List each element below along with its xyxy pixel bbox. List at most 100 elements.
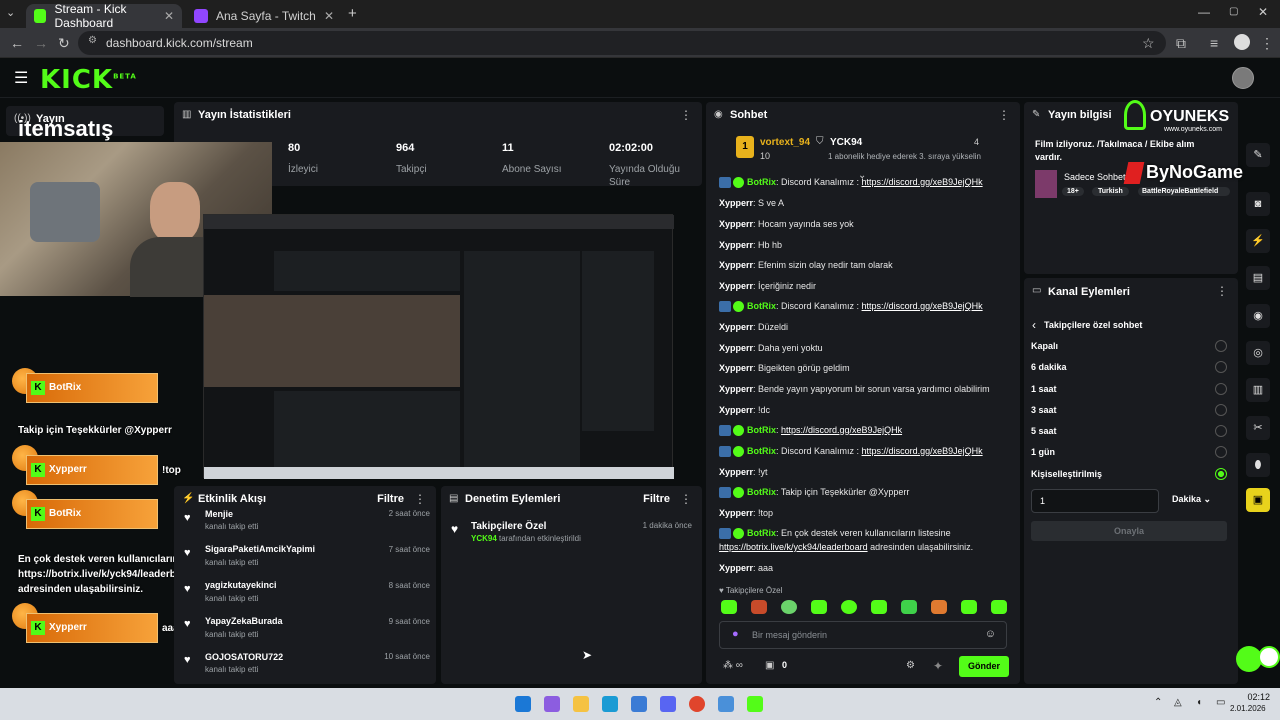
close-window-icon[interactable]: ✕ [1258, 5, 1268, 19]
emote-icon[interactable] [811, 600, 827, 614]
option-label[interactable]: Kapalı [1031, 341, 1058, 351]
microphone-icon[interactable]: ● [732, 628, 739, 640]
chat-link[interactable]: https://discord.gg/xeB9JejQHk [862, 177, 983, 187]
chat-message: BotRix: https://discord.gg/xeB9JejQHk [719, 425, 902, 437]
more-options-icon[interactable]: ⋮ [1216, 284, 1228, 298]
edge-icon[interactable] [602, 696, 618, 712]
back-arrow-icon[interactable]: ‹ [1032, 318, 1036, 332]
emote-icon[interactable] [721, 600, 737, 614]
follower-name[interactable]: SigaraPaketiAmcikYapimi [205, 544, 315, 554]
app-icon[interactable] [718, 696, 734, 712]
radio-button-selected[interactable] [1215, 468, 1227, 480]
send-button[interactable]: Gönder [959, 656, 1009, 677]
start-icon[interactable] [515, 696, 531, 712]
option-label[interactable]: 1 saat [1031, 384, 1057, 394]
option-label[interactable]: 6 dakika [1031, 362, 1067, 372]
follower-name[interactable]: GOJOSATORU722 [205, 652, 283, 662]
kick-app-icon[interactable] [747, 696, 763, 712]
more-options-icon[interactable]: ⋮ [998, 108, 1010, 122]
tray-chevron-icon[interactable]: ⌃ [1154, 697, 1162, 708]
event-time: 2 saat önce [388, 509, 430, 518]
tag-chip[interactable]: 18+ [1062, 187, 1084, 196]
broadcast-icon[interactable]: ◎ [1246, 341, 1270, 365]
emote-icon[interactable] [751, 600, 767, 614]
radio-button[interactable] [1215, 446, 1227, 458]
confirm-button[interactable]: Onayla [1031, 521, 1227, 541]
radio-button[interactable] [1215, 340, 1227, 352]
chat-icon[interactable]: ◉ [1246, 304, 1270, 328]
battery-icon[interactable]: ▭ [1216, 697, 1225, 708]
emote-icon[interactable] [841, 600, 857, 614]
preview-chat [464, 251, 580, 467]
clock-date[interactable]: 2.01.2026 [1230, 704, 1266, 713]
user-avatar[interactable] [1232, 67, 1254, 89]
radio-button[interactable] [1215, 404, 1227, 416]
tag-chip[interactable]: Turkish [1092, 187, 1129, 196]
event-time: 8 saat önce [388, 581, 430, 590]
radio-button[interactable] [1215, 425, 1227, 437]
bolt-icon[interactable]: ⚡ [1246, 229, 1270, 253]
emote-icon[interactable] [781, 600, 797, 614]
network-icon[interactable]: ◬ [1174, 697, 1182, 708]
option-label[interactable]: 3 saat [1031, 405, 1057, 415]
assistant-icon[interactable] [1258, 646, 1280, 668]
emoji-icon[interactable]: ☺ [985, 628, 996, 640]
panel-title: Yayın bilgisi [1048, 109, 1112, 121]
emote-icon[interactable] [991, 600, 1007, 614]
chevron-down-icon: ⌄ [1203, 494, 1212, 504]
chat-link[interactable]: https://discord.gg/xeB9JejQHk [781, 425, 902, 435]
option-label[interactable]: 5 saat [1031, 426, 1057, 436]
file-explorer-icon[interactable] [573, 696, 589, 712]
store-icon[interactable] [631, 696, 647, 712]
chat-link[interactable]: https://discord.gg/xeB9JejQHk [862, 301, 983, 311]
wrench-icon[interactable]: ✂ [1246, 416, 1270, 440]
activity-list: ♥ Menjie kanalı takip etti 2 saat önce ♥… [0, 0, 430, 720]
custom-duration-input[interactable]: 1 [1031, 489, 1159, 513]
follower-name[interactable]: YapayZekaBurada [205, 616, 283, 626]
extensions-icon[interactable]: ⧉ [1176, 35, 1186, 52]
category-name[interactable]: Sadece Sohbet [1064, 172, 1126, 182]
drop-icon[interactable]: ⬮ [1246, 453, 1270, 477]
radio-button[interactable] [1215, 383, 1227, 395]
notes-icon[interactable]: ▤ [1246, 266, 1270, 290]
clock-time[interactable]: 02:12 [1244, 692, 1270, 702]
option-label[interactable]: Kişiselleştirilmiş [1031, 469, 1102, 479]
filter-button[interactable]: Filtre [643, 493, 670, 505]
gift-icon[interactable]: ▣ [1246, 488, 1270, 512]
settings-gear-icon[interactable]: ⚙ [906, 660, 915, 671]
bookmark-star-icon[interactable]: ☆ [1142, 35, 1155, 52]
more-options-icon[interactable]: ⋮ [680, 492, 692, 506]
clip-icon[interactable]: ◙ [1246, 192, 1270, 216]
profile-avatar[interactable] [1234, 34, 1250, 50]
radio-button[interactable] [1215, 361, 1227, 373]
more-options-icon[interactable]: ⋮ [680, 108, 692, 122]
chat-link[interactable]: https://botrix.live/k/yck94/leaderboard [719, 542, 868, 552]
points-icon[interactable]: ⁂ ∞ [723, 660, 743, 671]
emote-icon[interactable] [931, 600, 947, 614]
maximize-icon[interactable]: ▢ [1229, 6, 1238, 17]
unit-dropdown[interactable]: Dakika ⌄ [1172, 494, 1211, 505]
tag-chip[interactable]: BattleRoyaleBattlefield [1138, 187, 1230, 196]
emote-icon[interactable] [961, 600, 977, 614]
browser-menu-icon[interactable]: ⋮ [1260, 35, 1274, 52]
copilot-icon[interactable] [544, 696, 560, 712]
chrome-icon[interactable] [689, 696, 705, 712]
chat-input[interactable]: ● Bir mesaj gönderin ☺ [719, 621, 1007, 649]
minimize-icon[interactable]: — [1198, 5, 1210, 19]
follower-name[interactable]: yagizkutayekinci [205, 580, 277, 590]
reading-list-icon[interactable]: ≡ [1210, 35, 1218, 51]
layout-icon[interactable]: ▥ [1246, 378, 1270, 402]
edit-icon[interactable]: ✎ [1246, 143, 1270, 167]
chat-message: Xypperr: Bende yayın yapıyorum bir sorun… [719, 384, 990, 394]
chat-message: Xypperr: aaa [719, 563, 774, 573]
bot-icon[interactable]: ✦ [933, 659, 943, 673]
top-gifter-name[interactable]: vortext_94 [760, 137, 810, 148]
emote-icon[interactable] [901, 600, 917, 614]
chat-link[interactable]: https://discord.gg/xeB9JejQHk [862, 446, 983, 456]
discord-icon[interactable] [660, 696, 676, 712]
volume-icon[interactable]: ◖ [1196, 697, 1202, 708]
mod-action-detail: YCK94 tarafından etkinleştirildi [471, 534, 581, 543]
emote-icon[interactable] [871, 600, 887, 614]
option-label[interactable]: 1 gün [1031, 447, 1055, 457]
follower-name[interactable]: Menjie [205, 509, 233, 519]
